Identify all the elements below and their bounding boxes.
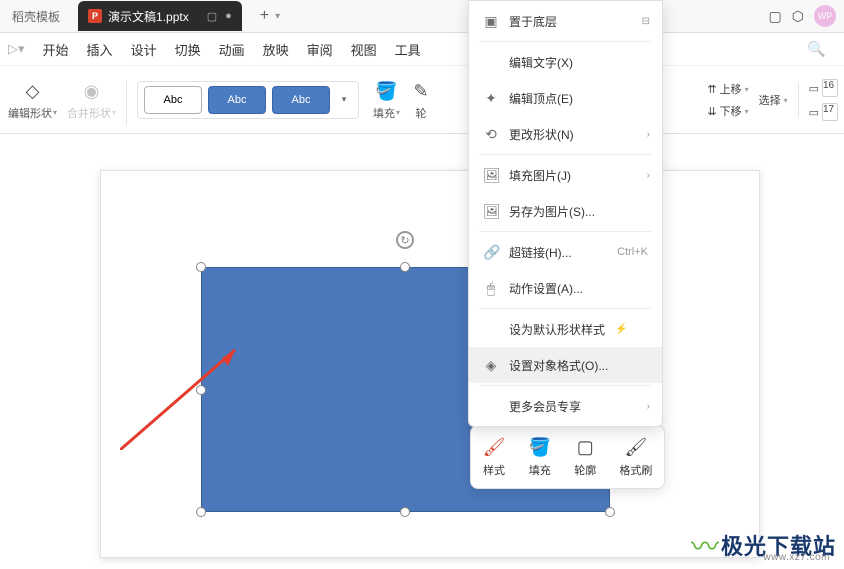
gallery-expand-icon[interactable]: ▾ [336, 94, 352, 105]
bookmark-icon[interactable]: ▢ [769, 8, 782, 25]
ctx-edit-vertex[interactable]: ✦ 编辑顶点(E) [469, 80, 662, 116]
edit-shape-tool[interactable]: ◇ 编辑形状▾ [8, 81, 57, 121]
search-icon[interactable]: 🔍 [807, 40, 826, 58]
resize-handle-tc[interactable] [400, 262, 410, 272]
new-tab-button[interactable]: + [260, 7, 269, 25]
link-icon: 🔗 [483, 244, 499, 261]
format-painter-icon: 🖌 [624, 437, 647, 458]
resize-handle-bc[interactable] [400, 507, 410, 517]
ctx-fill-image[interactable]: 🖼 填充图片(J) › [469, 157, 662, 193]
swirl-icon: 〰 [691, 525, 719, 565]
ctx-separator [479, 41, 652, 42]
fill-tool[interactable]: 🪣 填充▾ [373, 81, 400, 121]
mini-fill[interactable]: 🪣 填充 [529, 437, 551, 478]
menu-design[interactable]: 设计 [131, 40, 157, 59]
menu-insert[interactable]: 插入 [87, 40, 113, 59]
ctx-vip-more[interactable]: 更多会员专享 › [469, 388, 662, 424]
shape-style-gallery[interactable]: Abc Abc Abc ▾ [137, 81, 359, 119]
menu-slideshow[interactable]: 放映 [263, 40, 289, 59]
vip-badge-icon: ⚡ [615, 324, 627, 335]
height-icon: ▭ [809, 82, 819, 95]
ctx-send-back[interactable]: ▣ 置于底层 ⊟ [469, 3, 662, 39]
move-up-button[interactable]: ⇈ 上移▾ [707, 81, 748, 97]
chevron-right-icon: › [647, 129, 650, 140]
ctx-edit-text[interactable]: 编辑文字(X) [469, 44, 662, 80]
format-object-icon: ◈ [483, 357, 499, 374]
rotate-handle[interactable]: ↻ [396, 231, 414, 249]
outline-icon: ✎ [410, 81, 432, 103]
watermark: 〰 极光下载站 www.xz7.com [691, 525, 836, 565]
chevron-right-icon: › [647, 170, 650, 181]
edit-vertex-icon: ✦ [483, 90, 499, 107]
shape-preset-1[interactable]: Abc [144, 86, 202, 114]
ctx-save-as-image[interactable]: 🖼 另存为图片(S)... [469, 193, 662, 229]
floating-toolbar: 🖌 样式 🪣 填充 ▢ 轮廓 🖌 格式刷 [470, 425, 665, 489]
merge-shape-tool: ◉ 合并形状▾ [67, 81, 116, 121]
change-shape-icon: ⟲ [483, 126, 499, 143]
edit-shape-icon: ◇ [22, 81, 44, 103]
menu-transition[interactable]: 切换 [175, 40, 201, 59]
chevron-right-icon: › [647, 401, 650, 412]
ctx-format-object[interactable]: ◈ 设置对象格式(O)... [469, 347, 662, 383]
tab-close-icon[interactable]: ● [225, 10, 232, 22]
ctx-separator [479, 231, 652, 232]
send-back-icon: ▣ [483, 13, 499, 30]
ctx-default-style[interactable]: 设为默认形状样式 ⚡ [469, 311, 662, 347]
cube-icon[interactable]: ⬡ [792, 8, 804, 25]
menu-prev-icon[interactable]: ▷▾ [8, 41, 25, 57]
outline-rect-icon: ▢ [577, 437, 594, 458]
move-down-button[interactable]: ⇊ 下移▾ [707, 103, 748, 119]
width-icon: ▭ [809, 106, 819, 119]
user-avatar[interactable]: WP [814, 5, 836, 27]
resize-handle-br[interactable] [605, 507, 615, 517]
menu-review[interactable]: 审阅 [307, 40, 333, 59]
ctx-separator [479, 308, 652, 309]
outline-tool[interactable]: ✎ 轮 [410, 81, 432, 121]
shape-preset-3[interactable]: Abc [272, 86, 330, 114]
height-control[interactable]: ▭ 16 [809, 79, 838, 97]
menu-tools[interactable]: 工具 [395, 40, 421, 59]
mini-outline[interactable]: ▢ 轮廓 [574, 437, 596, 478]
save-image-icon: 🖼 [483, 203, 499, 220]
tab-dropdown-icon[interactable]: ▾ [275, 11, 280, 22]
ctx-hyperlink[interactable]: 🔗 超链接(H)... Ctrl+K [469, 234, 662, 270]
tab-template[interactable]: 稻壳模板 [0, 2, 72, 30]
width-input: 17 [822, 103, 838, 121]
ctx-action-settings[interactable]: 🖱 动作设置(A)... [469, 270, 662, 306]
submenu-icon: ⊟ [642, 16, 650, 27]
bucket-icon: 🪣 [529, 437, 551, 458]
ctx-separator [479, 154, 652, 155]
mini-format-painter[interactable]: 🖌 格式刷 [619, 437, 652, 478]
menu-animation[interactable]: 动画 [219, 40, 245, 59]
action-icon: 🖱 [483, 280, 499, 297]
context-menu: ▣ 置于底层 ⊟ 编辑文字(X) ✦ 编辑顶点(E) ⟲ 更改形状(N) › 🖼… [468, 0, 663, 427]
height-input: 16 [822, 79, 838, 97]
width-control[interactable]: ▭ 17 [809, 103, 838, 121]
menu-home[interactable]: 开始 [43, 40, 69, 59]
align-top-icon: ⇈ [707, 83, 716, 96]
fill-icon: 🪣 [376, 81, 398, 103]
monitor-icon[interactable]: ▢ [207, 10, 217, 23]
ctx-change-shape[interactable]: ⟲ 更改形状(N) › [469, 116, 662, 152]
annotation-arrow-left [120, 340, 250, 450]
image-icon: 🖼 [483, 167, 499, 184]
shortcut-text: Ctrl+K [617, 246, 648, 258]
resize-handle-tl[interactable] [196, 262, 206, 272]
right-divider [798, 83, 799, 117]
select-button[interactable]: 选择▾ [759, 92, 788, 108]
tab-active-file[interactable]: P 演示文稿1.pptx ▢ ● [78, 1, 242, 31]
file-type-icon: P [88, 9, 102, 23]
file-name: 演示文稿1.pptx [108, 8, 189, 25]
mini-style[interactable]: 🖌 样式 [483, 437, 506, 478]
merge-shape-icon: ◉ [81, 81, 103, 103]
shape-preset-2[interactable]: Abc [208, 86, 266, 114]
brush-icon: 🖌 [483, 437, 506, 458]
align-bottom-icon: ⇊ [707, 105, 716, 118]
toolbar-divider [126, 81, 127, 125]
resize-handle-bl[interactable] [196, 507, 206, 517]
ctx-separator [479, 385, 652, 386]
menu-view[interactable]: 视图 [351, 40, 377, 59]
